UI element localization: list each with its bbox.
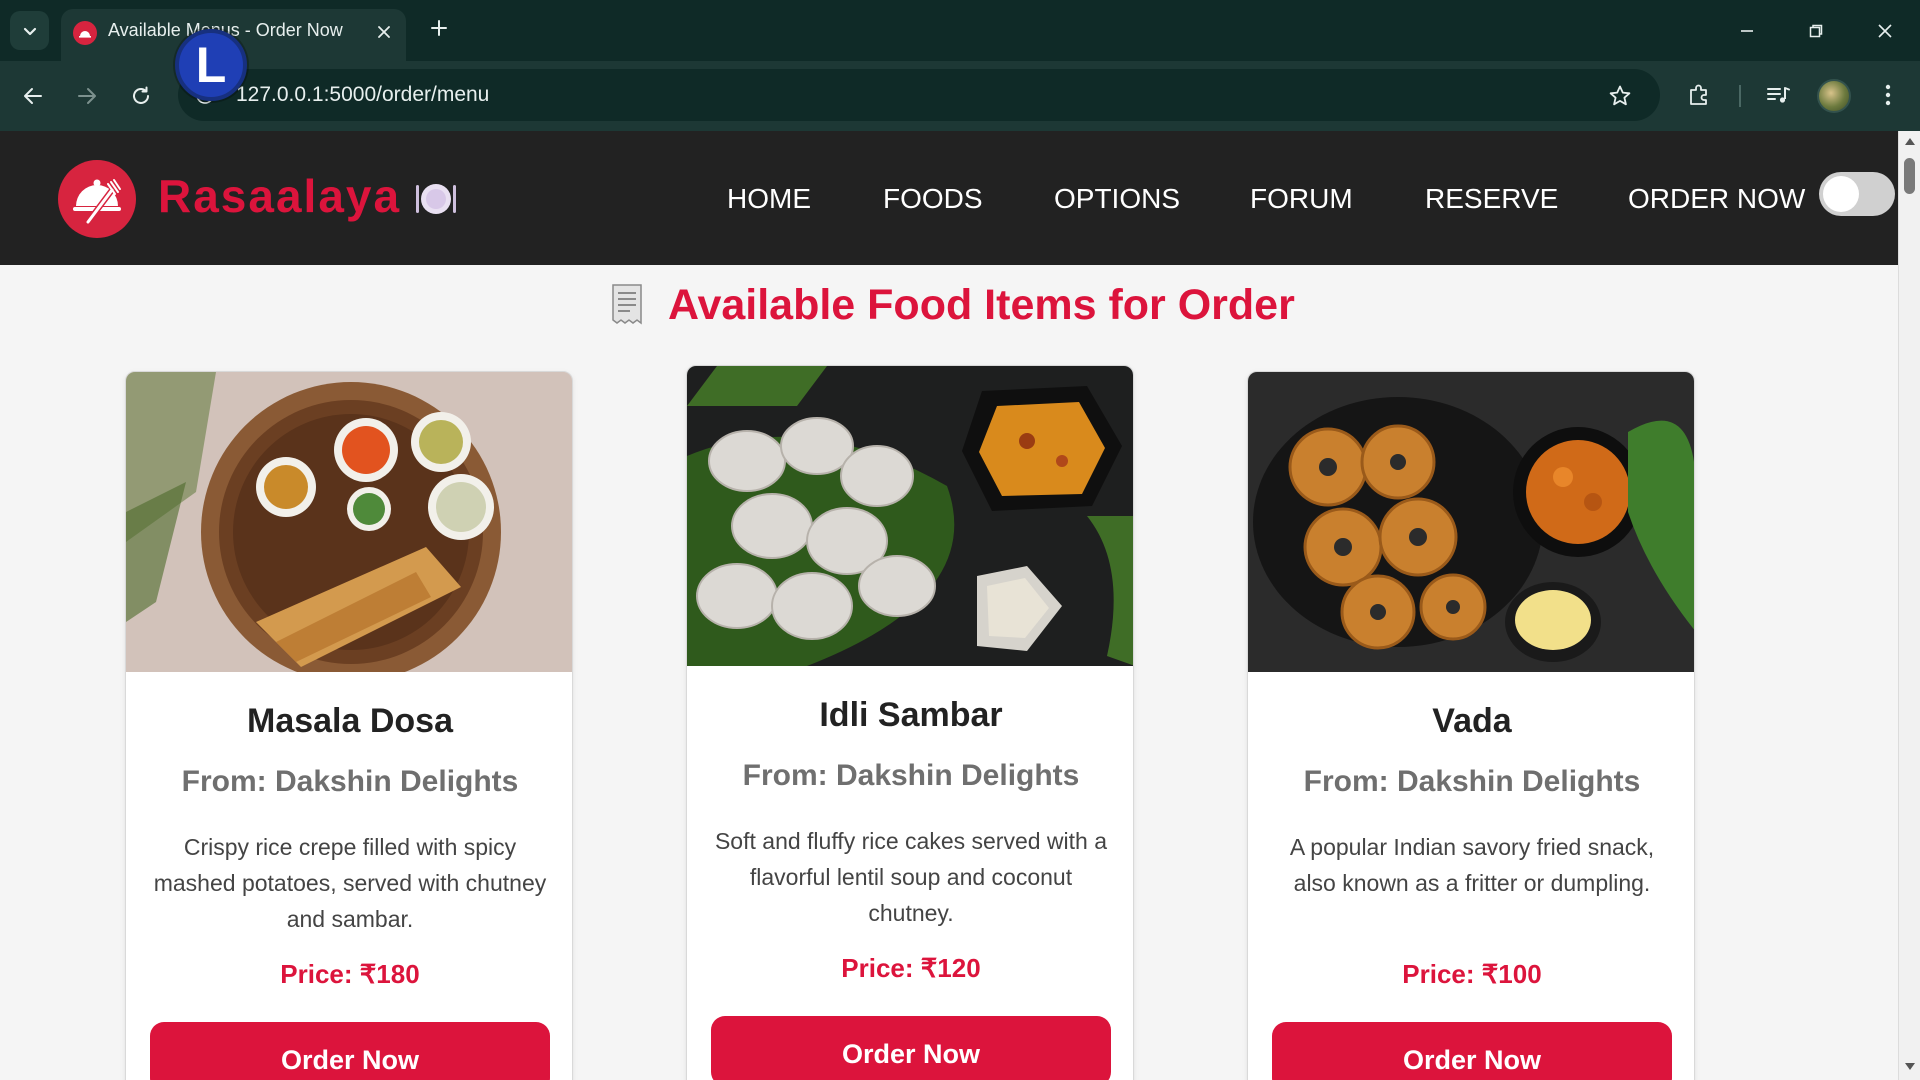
bookmark-star-icon[interactable] xyxy=(1606,82,1634,110)
nav-foods[interactable]: FOODS xyxy=(883,183,983,215)
profile-avatar[interactable] xyxy=(1817,79,1851,113)
minimize-icon[interactable] xyxy=(1730,14,1764,48)
page-heading-row: Available Food Items for Order xyxy=(0,277,1898,337)
site-favicon-icon xyxy=(73,21,97,45)
scroll-up-arrow-icon[interactable] xyxy=(1904,135,1916,147)
reload-icon[interactable] xyxy=(124,79,158,113)
logo-cloche-icon[interactable] xyxy=(58,160,136,238)
order-now-button[interactable]: Order Now xyxy=(711,1016,1111,1080)
theme-toggle-switch[interactable] xyxy=(1819,172,1895,216)
food-description: Soft and fluffy rice cakes served with a… xyxy=(714,828,1108,926)
back-arrow-icon[interactable] xyxy=(16,79,50,113)
chevron-down-icon xyxy=(23,27,36,35)
restore-icon[interactable] xyxy=(1799,14,1833,48)
food-image-idli-sambar xyxy=(687,366,1133,666)
order-now-button[interactable]: Order Now xyxy=(150,1022,550,1080)
food-price: Price: ₹100 xyxy=(1402,959,1542,989)
kebab-menu-icon[interactable] xyxy=(1870,77,1906,113)
toolbar-divider xyxy=(1739,85,1741,107)
tab-search-button[interactable] xyxy=(10,11,49,50)
media-controls-icon[interactable] xyxy=(1760,77,1796,113)
food-image-masala-dosa xyxy=(126,372,572,672)
nav-reserve[interactable]: RESERVE xyxy=(1425,183,1558,215)
browser-toolbar: 127.0.0.1:5000/order/menu xyxy=(0,61,1920,131)
nav-options[interactable]: OPTIONS xyxy=(1054,183,1180,215)
food-price: Price: ₹180 xyxy=(280,959,420,989)
page-viewport: Rasaalaya HOME FOODS OPTIONS FORUM RESER… xyxy=(0,131,1898,1080)
close-window-icon[interactable] xyxy=(1868,14,1902,48)
food-card: Vada From: Dakshin Delights A popular In… xyxy=(1247,371,1695,1080)
browser-tab-bar: Available Menus - Order Now xyxy=(0,0,1920,61)
food-restaurant: From: Dakshin Delights xyxy=(1303,765,1641,798)
scrollbar-thumb[interactable] xyxy=(1904,158,1915,194)
site-navbar: Rasaalaya HOME FOODS OPTIONS FORUM RESER… xyxy=(0,131,1898,265)
url-text: 127.0.0.1:5000/order/menu xyxy=(236,83,490,106)
food-name: Masala Dosa xyxy=(247,702,453,740)
food-restaurant: From: Dakshin Delights xyxy=(742,759,1080,792)
food-description: A popular Indian savory fried snack, als… xyxy=(1289,834,1655,896)
page-title: Available Food Items for Order xyxy=(668,281,1295,329)
new-tab-plus-icon[interactable] xyxy=(424,13,454,43)
food-card: Masala Dosa From: Dakshin Delights Crisp… xyxy=(125,371,573,1080)
overlay-letter-badge: L xyxy=(175,29,247,101)
order-now-button[interactable]: Order Now xyxy=(1272,1022,1672,1080)
brand-name[interactable]: Rasaalaya xyxy=(158,169,401,223)
plate-cutlery-icon xyxy=(412,175,460,223)
nav-home[interactable]: HOME xyxy=(727,183,811,215)
scroll-down-arrow-icon[interactable] xyxy=(1904,1061,1916,1073)
food-image-vada xyxy=(1248,372,1694,672)
food-name: Idli Sambar xyxy=(819,696,1003,734)
food-description: Crispy rice crepe filled with spicy mash… xyxy=(153,834,547,932)
food-name: Vada xyxy=(1432,702,1512,740)
forward-arrow-icon[interactable] xyxy=(70,79,104,113)
food-card: Idli Sambar From: Dakshin Delights Soft … xyxy=(686,365,1134,1080)
page-scrollbar[interactable] xyxy=(1898,131,1920,1080)
tab-close-icon[interactable] xyxy=(371,19,397,45)
receipt-icon xyxy=(607,280,647,330)
address-bar[interactable]: 127.0.0.1:5000/order/menu xyxy=(178,69,1660,121)
nav-order-now[interactable]: ORDER NOW xyxy=(1628,183,1805,215)
toggle-knob xyxy=(1823,176,1859,212)
food-restaurant: From: Dakshin Delights xyxy=(181,765,519,798)
extensions-puzzle-icon[interactable] xyxy=(1681,77,1717,113)
nav-forum[interactable]: FORUM xyxy=(1250,183,1353,215)
food-price: Price: ₹120 xyxy=(841,953,981,983)
